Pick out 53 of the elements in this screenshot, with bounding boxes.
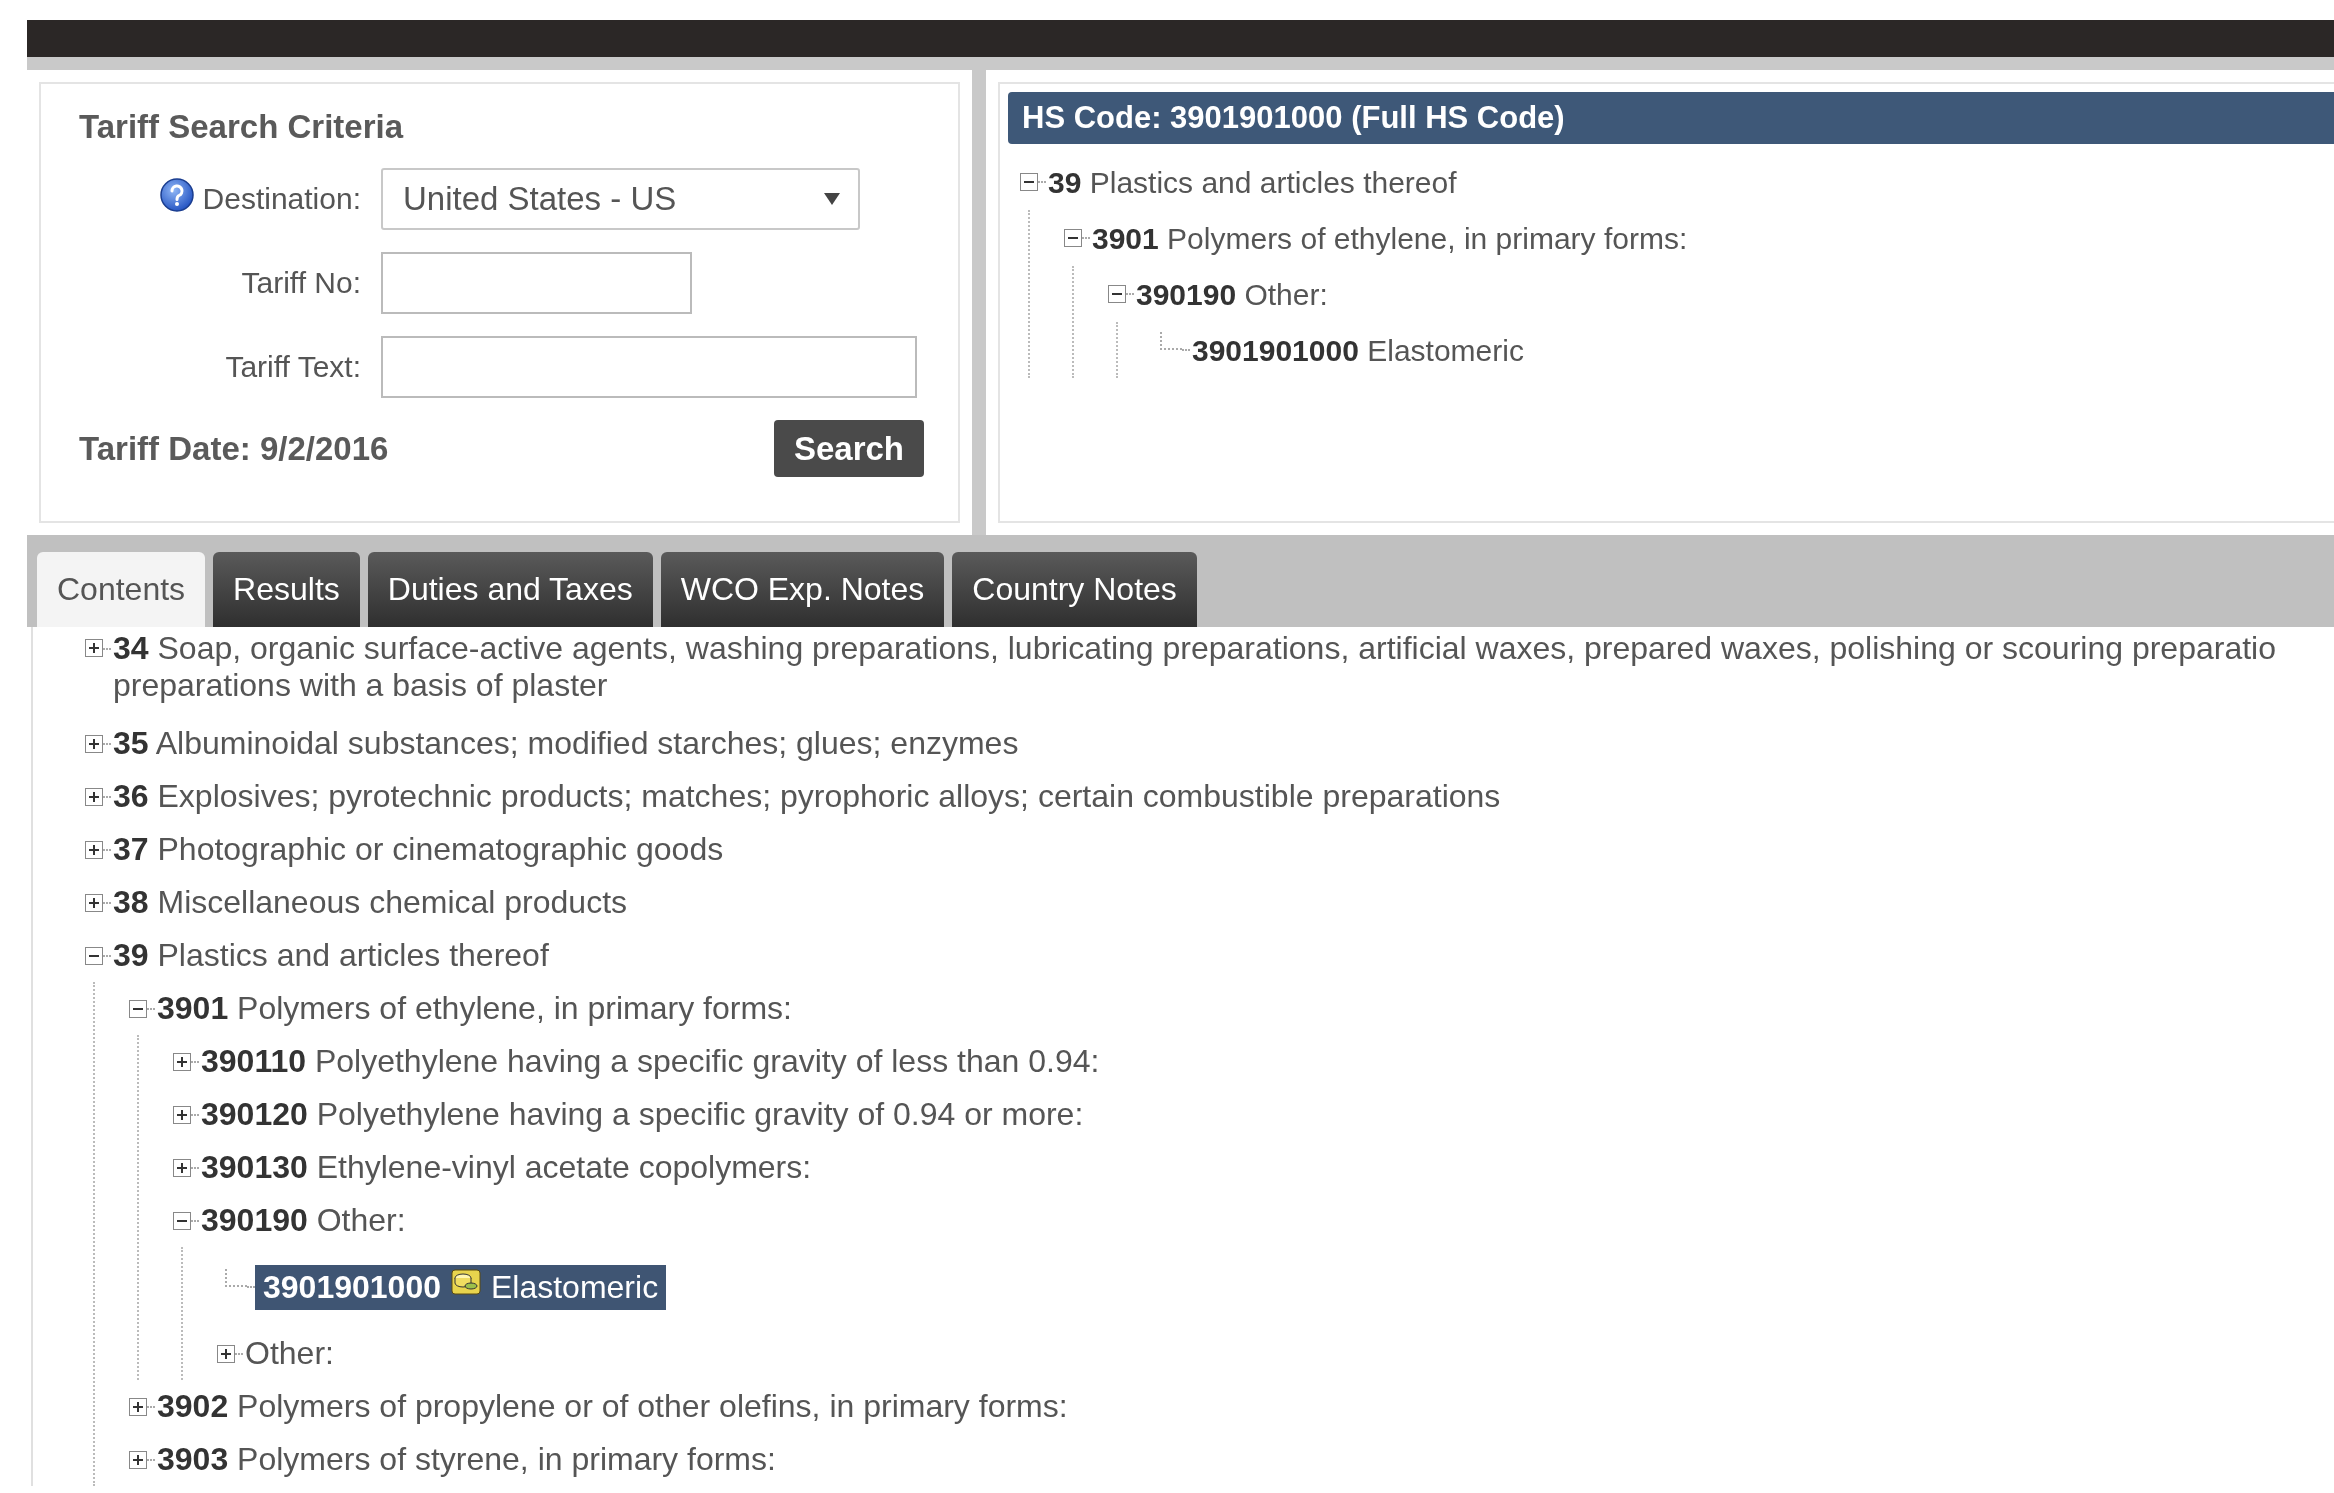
search-button[interactable]: Search — [773, 420, 924, 477]
collapse-icon[interactable] — [85, 946, 103, 965]
tab[interactable]: Duties and Taxes — [367, 552, 653, 627]
collapse-icon[interactable] — [1020, 173, 1038, 191]
collapse-icon[interactable] — [1064, 229, 1082, 247]
tree-item[interactable]: 390110 Polyethylene having a specific gravity of less than 0.94: — [199, 1043, 1102, 1080]
help-icon[interactable] — [158, 177, 195, 213]
expand-icon[interactable] — [85, 639, 103, 657]
expand-icon[interactable] — [129, 1397, 147, 1416]
tree-item[interactable]: 390120 Polyethylene having a specific gravity of 0.94 or more: — [199, 1096, 1086, 1133]
expand-icon[interactable] — [85, 787, 103, 806]
field-label: Destination: — [202, 182, 361, 216]
collapse-icon[interactable] — [129, 999, 147, 1018]
expand-icon[interactable] — [129, 1450, 147, 1469]
tree-item[interactable]: 3901901000 Elastomeric — [255, 1264, 667, 1310]
tab[interactable]: Results — [213, 552, 360, 627]
tree-item[interactable]: 39 Plastics and articles thereof — [1046, 163, 1459, 201]
tree-item[interactable]: 3901 Polymers of ethylene, in primary forms: — [1090, 219, 1690, 257]
collapse-icon[interactable] — [173, 1211, 191, 1230]
tree-item[interactable]: 3901901000 Elastomeric — [1190, 331, 1526, 369]
tree-item[interactable]: 3903 Polymers of styrene, in primary forms: — [155, 1441, 778, 1478]
tariff-date: Tariff Date: 9/2/2016 — [79, 429, 389, 468]
tree-item[interactable]: 37 Photographic or cinematographic goods — [111, 831, 726, 868]
tree-item[interactable]: 35 Albuminoidal substances; modified starches; glues; enzymes — [111, 725, 1021, 762]
expand-icon[interactable] — [85, 893, 103, 912]
tree-item[interactable]: 390190 Other: — [199, 1202, 408, 1239]
destination-dropdown[interactable]: United States - US — [381, 168, 860, 230]
expand-icon[interactable] — [217, 1344, 235, 1363]
tree-item[interactable]: Other: — [243, 1335, 336, 1372]
field-label: Tariff Text: — [225, 350, 361, 384]
tree-item[interactable]: 390190 Other: — [1134, 275, 1330, 313]
field-label: Tariff No: — [241, 266, 361, 300]
input-field[interactable] — [381, 336, 917, 398]
tree-item[interactable]: 390130 Ethylene-vinyl acetate copolymers: — [199, 1149, 814, 1186]
input-field[interactable] — [381, 252, 692, 314]
collapse-icon[interactable] — [1108, 285, 1126, 303]
tab[interactable]: Country Notes — [952, 552, 1197, 627]
tree-item[interactable]: 3901 Polymers of ethylene, in primary forms: — [155, 990, 794, 1027]
tree-item[interactable]: 38 Miscellaneous chemical products — [111, 884, 630, 921]
tree-item[interactable]: 36 Explosives; pyrotechnic products; matches; pyrophoric alloys; certain combustible preparations — [111, 778, 1503, 815]
expand-icon[interactable] — [85, 734, 103, 753]
tab[interactable]: Contents — [37, 552, 206, 627]
tree-item[interactable]: 39 Plastics and articles thereof — [111, 937, 551, 974]
panel-header: HS Code: 3901901000 (Full HS Code) — [1008, 92, 2334, 144]
expand-icon[interactable] — [173, 1052, 191, 1071]
expand-icon[interactable] — [173, 1105, 191, 1124]
panel-title: Tariff Search Criteria — [79, 107, 405, 147]
expand-icon[interactable] — [173, 1158, 191, 1177]
tree-item[interactable]: 34 Soap, organic surface-active agents, washing preparations, lubricating preparations, artificial waxes, prepared waxes, polishing or scouring preparatio preparations with a basis of plaster — [111, 630, 2278, 704]
expand-icon[interactable] — [85, 840, 103, 859]
tab[interactable]: WCO Exp. Notes — [660, 552, 945, 627]
caret-icon — [824, 193, 840, 205]
tree-item[interactable]: 3902 Polymers of propylene or of other olefins, in primary forms: — [155, 1388, 1070, 1425]
